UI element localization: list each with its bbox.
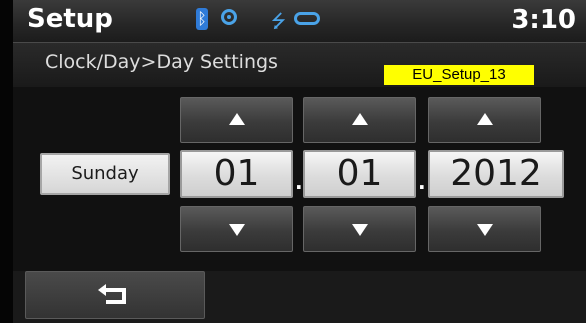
date-separator: . xyxy=(418,170,426,194)
day-up-button[interactable] xyxy=(180,97,293,143)
back-button[interactable] xyxy=(25,271,205,319)
back-arrow-icon xyxy=(98,284,126,304)
breadcrumb-bar: Clock/Day>Day Settings EU_Setup_13 xyxy=(13,43,586,87)
page-title: Setup xyxy=(27,4,113,34)
date-separator: . xyxy=(295,170,303,194)
bluetooth-icon: ᛒ xyxy=(196,8,208,30)
year-field[interactable]: 2012 xyxy=(428,150,564,198)
month-field[interactable]: 01 xyxy=(303,150,416,198)
disc-icon xyxy=(294,12,320,25)
breadcrumb: Clock/Day>Day Settings xyxy=(45,51,278,73)
usb-icon: ⭍ xyxy=(271,11,286,32)
arrow-down-icon xyxy=(352,224,368,236)
year-down-button[interactable] xyxy=(428,206,541,252)
arrow-up-icon xyxy=(229,113,245,125)
day-down-button[interactable] xyxy=(180,206,293,252)
arrow-up-icon xyxy=(352,113,368,125)
month-down-button[interactable] xyxy=(303,206,416,252)
day-of-week-button[interactable]: Sunday xyxy=(40,153,170,195)
status-bar: Setup ᛒ ⭍ 3:10 xyxy=(13,0,586,43)
arrow-up-icon xyxy=(477,113,493,125)
screen: Setup ᛒ ⭍ 3:10 Clock/Day>Day Settings EU… xyxy=(13,0,586,323)
clock: 3:10 xyxy=(511,5,576,35)
screen-id-tag: EU_Setup_13 xyxy=(384,65,534,85)
month-up-button[interactable] xyxy=(303,97,416,143)
arrow-down-icon xyxy=(229,224,245,236)
gps-icon xyxy=(221,9,237,25)
day-field[interactable]: 01 xyxy=(180,150,293,198)
arrow-down-icon xyxy=(477,224,493,236)
year-up-button[interactable] xyxy=(428,97,541,143)
